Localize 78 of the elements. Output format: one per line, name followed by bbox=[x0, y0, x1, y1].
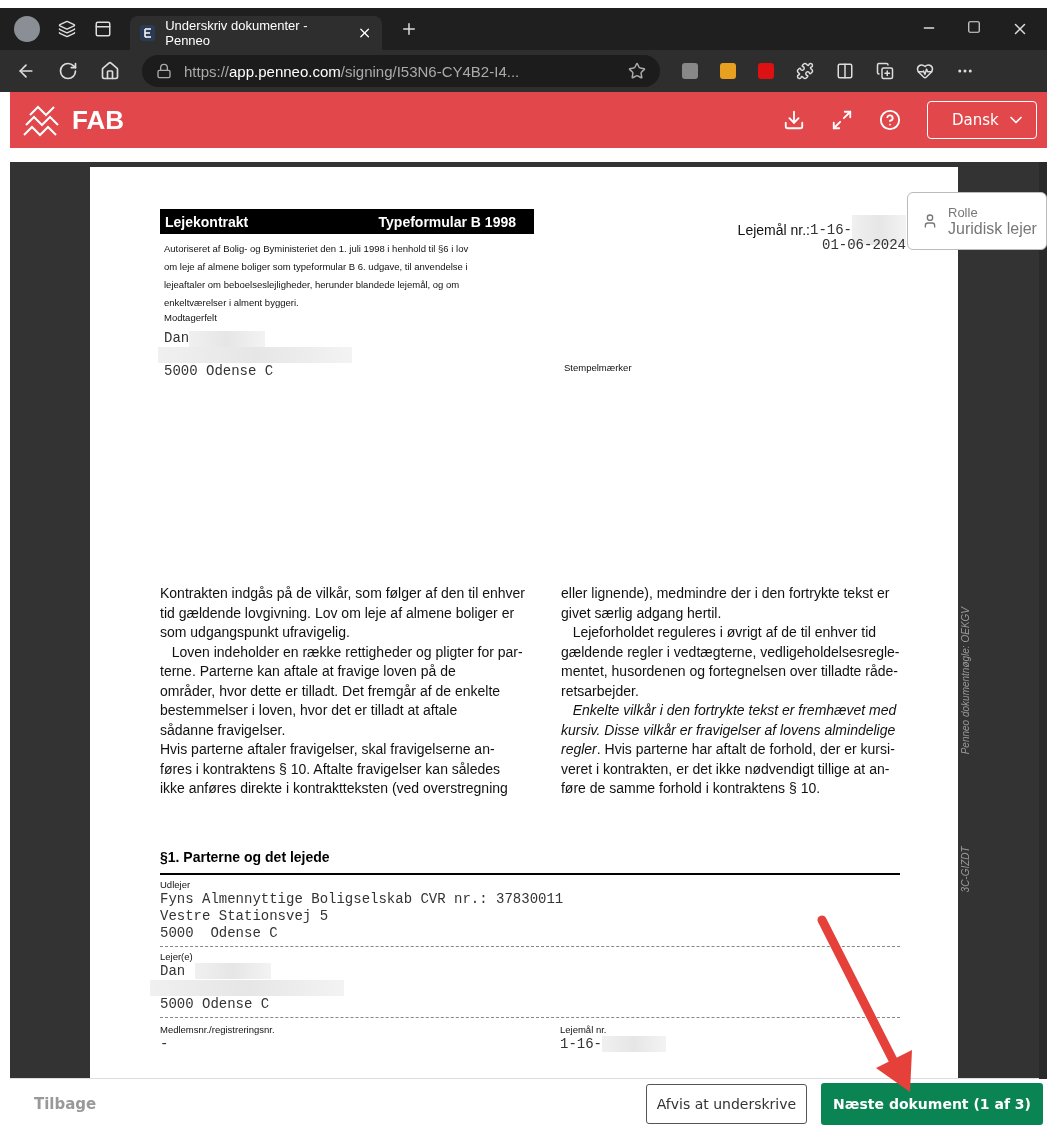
landlord-label: Udlejer bbox=[160, 878, 192, 891]
document-key-text: Penneo dokumentnøgle: OEKGV bbox=[960, 607, 971, 755]
body-text: kursiv. Disse vilkår er fravigelser af lovens almindelige bbox=[561, 720, 897, 740]
landlord-text: Fyns Almennyttige Boligselskab CVR nr.: 37830011 bbox=[160, 890, 565, 908]
body-text: givet særlig adgang hertil. bbox=[561, 603, 723, 623]
body-text: regler. Hvis parterne har aftalt de forhold, der er kursi- bbox=[561, 740, 896, 759]
tenant-name: Dan bbox=[160, 962, 186, 980]
date-text: 01-06-2024 bbox=[822, 237, 906, 254]
body-text: Enkelte vilkår i den fortrykte tekst er fremhævet med bbox=[571, 701, 898, 720]
language-dropdown[interactable]: Dansk bbox=[927, 101, 1037, 139]
body-text: Lejeforholdet reguleres i øvrigt af de til enhver tid bbox=[571, 623, 878, 642]
address-field[interactable]: https://app.penneo.com/signing/I53N6-CY4B2-I4... bbox=[142, 55, 660, 87]
form-type: Typeformular B 1998 bbox=[378, 213, 516, 230]
lease-number: 1-16- bbox=[810, 221, 852, 239]
lock-icon bbox=[156, 63, 172, 79]
body-text: veret i kontrakten, er det ikke nødvendigt tillige at an- bbox=[561, 759, 891, 779]
help-icon[interactable] bbox=[879, 109, 901, 131]
split-screen-icon[interactable] bbox=[836, 62, 854, 80]
lease-label: Lejemål nr. bbox=[560, 1023, 608, 1036]
url-text: https://app.penneo.com/signing/I53N6-CY4B2-I4... bbox=[184, 62, 520, 80]
authorization-text: lejeaftaler om beboelseslejligheder, herunder blandede lejemål, og om bbox=[164, 278, 461, 292]
document-title: Lejekontrakt bbox=[165, 213, 249, 230]
section-title: §1. Parterne og det lejede bbox=[160, 848, 900, 875]
extensions-icon[interactable] bbox=[796, 62, 814, 80]
reload-icon[interactable] bbox=[58, 61, 78, 81]
reject-button[interactable]: Afvis at underskrive bbox=[645, 1084, 808, 1124]
authorization-text: om leje af almene boliger som typeformular B 6. udgave, til anvendelse i bbox=[164, 260, 469, 274]
lease-number: 1-16- bbox=[560, 1035, 602, 1053]
authorization-text: Autoriseret af Bolig- og Byministeriet den 1. juli 1998 i henhold til §6 i lov bbox=[164, 242, 470, 256]
body-text: mentet, husordenen og fortegnelsen over tilladte råde- bbox=[561, 662, 899, 681]
user-icon bbox=[922, 213, 938, 229]
landlord-text: Vestre Stationsvej 5 bbox=[160, 907, 330, 925]
role-label: Rolle bbox=[948, 204, 979, 220]
body-text: Kontrakten indgås på de vilkår, som følger af den til enhver bbox=[160, 584, 525, 603]
download-icon[interactable] bbox=[783, 109, 805, 131]
fullscreen-icon[interactable] bbox=[831, 109, 853, 131]
body-text: Hvis parterne aftaler fravigelser, skal fravigelserne an- bbox=[160, 740, 496, 759]
member-value: - bbox=[160, 1035, 170, 1053]
tenant-label: Lejer(e) bbox=[160, 950, 194, 963]
body-text: som udgangspunkt ufravigelig. bbox=[160, 623, 351, 642]
body-text: områder, hvor dette er tilladt. Det fremgår af de enkelte bbox=[160, 681, 502, 701]
member-label: Medlemsnr./registreringsnr. bbox=[160, 1023, 276, 1036]
redaction-blur bbox=[602, 1036, 666, 1052]
authorization-text: enkeltværelser i alment byggeri. bbox=[164, 296, 300, 310]
recipient-name: Dan bbox=[164, 330, 190, 347]
health-icon[interactable] bbox=[916, 62, 934, 80]
tenant-city: 5000 Odense C bbox=[160, 995, 271, 1013]
body-text: tid gældende lovgivning. Lov om leje af almene boliger er bbox=[160, 603, 516, 623]
body-text: sådanne fravigelser. bbox=[160, 720, 287, 740]
favicon-icon bbox=[140, 25, 156, 41]
browser-tab[interactable]: Underskriv dokumenter - Penneo bbox=[130, 16, 382, 50]
home-icon[interactable] bbox=[100, 61, 120, 81]
collections-icon[interactable] bbox=[876, 62, 894, 80]
favorite-star-icon[interactable] bbox=[628, 62, 646, 80]
landlord-text: 5000 Odense C bbox=[160, 924, 279, 942]
body-text: terne. Parterne kan aftale at fravige loven på de bbox=[160, 662, 457, 681]
document-key-text: 3C-GIZDT bbox=[960, 846, 971, 893]
tab-actions-icon[interactable] bbox=[94, 20, 112, 38]
next-document-button[interactable]: Næste dokument (1 af 3) bbox=[821, 1083, 1043, 1125]
body-text: ikke anføres direkte i kontraktteksten (ved overstregning bbox=[160, 779, 509, 798]
body-text: Loven indeholder en række rettigheder og pligter for par- bbox=[170, 642, 524, 662]
body-text: bestemmelser i loven, hvor det er tilladt at aftale bbox=[160, 701, 459, 720]
body-text: føres i kontraktens § 10. Aftalte fravigelser kan således bbox=[160, 759, 502, 779]
logo-text: FAB bbox=[72, 104, 124, 136]
body-text: gældende regler i vedtægterne, vedligeholdelsesregle- bbox=[561, 642, 901, 662]
body-text: retsarbejder. bbox=[561, 681, 640, 701]
tab-title: Underskriv dokumenter - Penneo bbox=[165, 18, 309, 48]
role-value: Juridisk lejer bbox=[948, 219, 1037, 238]
body-text: føre de samme forhold i kontraktens § 10. bbox=[561, 779, 822, 798]
workspaces-icon[interactable] bbox=[58, 20, 76, 38]
body-text: eller lignende), medmindre der i den fortrykte tekst er bbox=[561, 584, 891, 603]
avatar[interactable] bbox=[14, 16, 40, 42]
new-tab-icon[interactable] bbox=[400, 20, 418, 38]
stamp-label: Stempelmærker bbox=[564, 362, 632, 375]
maximize-icon[interactable] bbox=[967, 20, 981, 34]
recipient-label: Modtagerfelt bbox=[164, 312, 218, 324]
recipient-city: 5000 Odense C bbox=[164, 363, 274, 380]
lease-label: Lejemål nr.: bbox=[737, 221, 810, 239]
